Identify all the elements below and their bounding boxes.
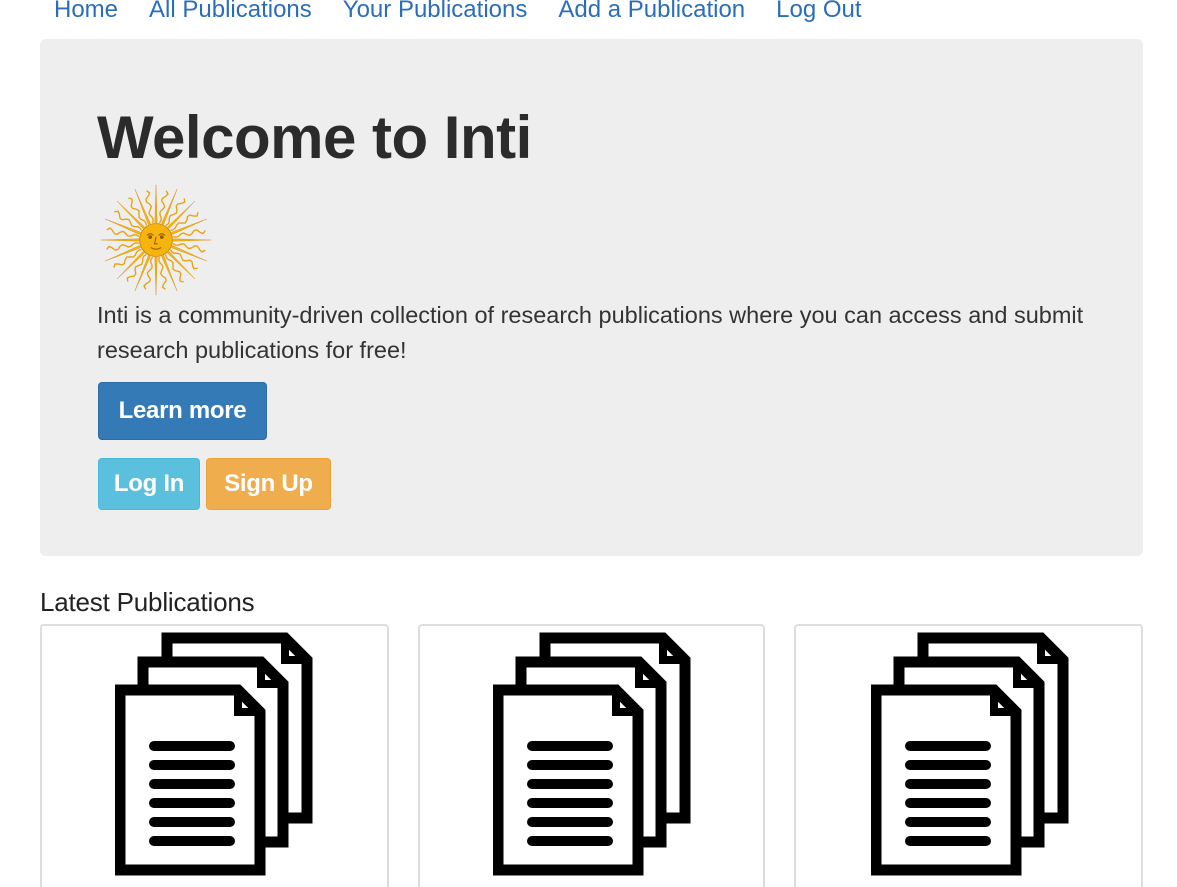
- publication-card[interactable]: [794, 624, 1143, 887]
- publication-card[interactable]: [418, 624, 765, 887]
- documents-icon: [115, 632, 313, 876]
- intro-text: Inti is a community-driven collection of…: [97, 302, 1084, 363]
- nav-link-all-publications[interactable]: All Publications: [149, 0, 312, 28]
- log-in-button[interactable]: Log In: [98, 458, 200, 510]
- sign-up-button[interactable]: Sign Up: [206, 458, 331, 510]
- documents-icon: [493, 632, 691, 876]
- publication-card[interactable]: [40, 624, 389, 887]
- page: Home All Publications Your Publications …: [0, 0, 1177, 887]
- documents-icon: [871, 632, 1069, 876]
- learn-more-button[interactable]: Learn more: [98, 382, 267, 440]
- nav-link-log-out[interactable]: Log Out: [776, 0, 861, 28]
- nav-link-home[interactable]: Home: [54, 0, 118, 28]
- jumbotron: Welcome to Inti Inti is a community-driv…: [40, 39, 1143, 556]
- nav-link-add-publication[interactable]: Add a Publication: [558, 0, 745, 28]
- latest-publications-heading: Latest Publications: [40, 587, 255, 617]
- nav-link-your-publications[interactable]: Your Publications: [343, 0, 528, 28]
- page-title: Welcome to Inti: [97, 104, 532, 171]
- sun-of-may-icon: [100, 184, 212, 296]
- top-nav: Home All Publications Your Publications …: [54, 0, 893, 28]
